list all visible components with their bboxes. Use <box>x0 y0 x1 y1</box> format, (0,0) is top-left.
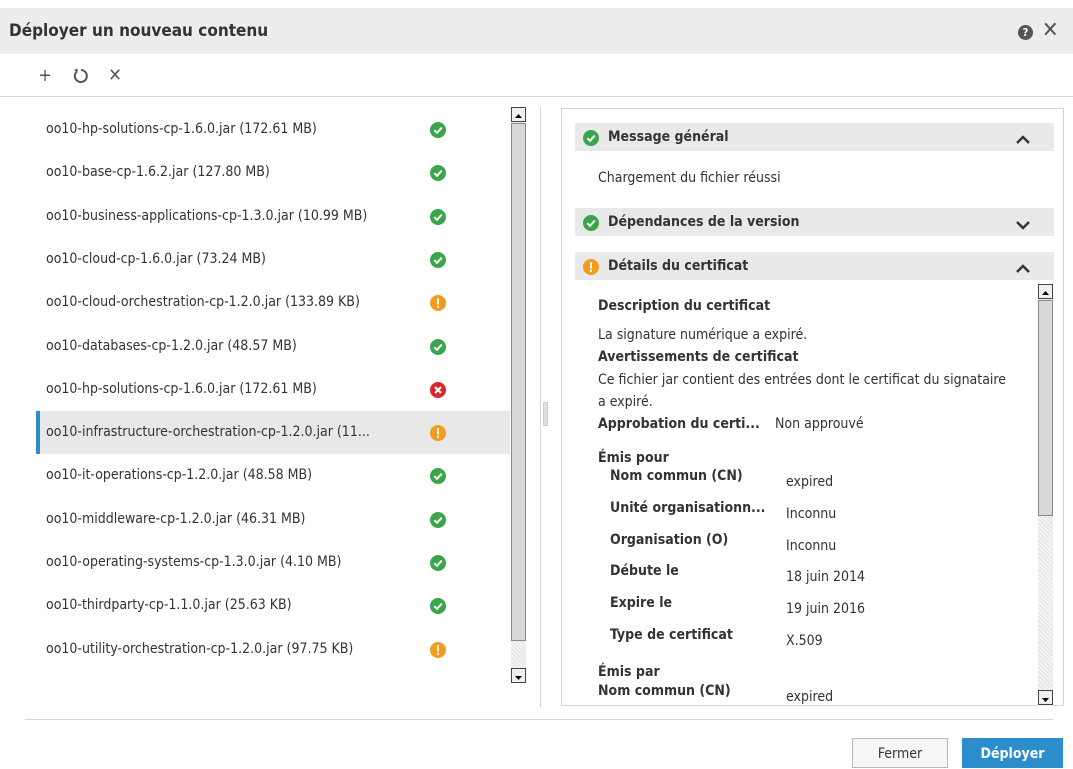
file-name: oo10-operating-systems-cp-1.3.0.jar (4.1… <box>46 554 342 570</box>
file-name: oo10-utility-orchestration-cp-1.2.0.jar … <box>46 640 354 657</box>
certificate-warnings-text: Ce fichier jar contient des entrées dont… <box>598 372 1007 388</box>
success-icon <box>430 251 446 268</box>
file-name: oo10-middleware-cp-1.2.0.jar (46.31 MB) <box>46 510 306 527</box>
file-name: oo10-cloud-cp-1.6.0.jar (73.24 MB) <box>46 250 266 267</box>
success-icon <box>430 208 446 225</box>
certificate-approval-label: Approbation du certi... <box>598 416 760 432</box>
scroll-down-button[interactable] <box>511 668 526 683</box>
chevron-up-icon[interactable] <box>1015 131 1031 150</box>
add-icon[interactable]: + <box>34 64 56 88</box>
section-certificate-header[interactable]: Détails du certificat <box>575 252 1054 280</box>
cert-field-label: Organisation (O) <box>610 531 729 548</box>
splitter-line <box>540 107 541 707</box>
file-row[interactable]: oo10-operating-systems-cp-1.3.0.jar (4.1… <box>36 541 510 584</box>
cert-field-value: Inconnu <box>786 537 837 554</box>
warning-icon <box>430 425 446 442</box>
section-general-title: Message général <box>608 129 729 145</box>
help-icon[interactable]: ? <box>1018 25 1033 40</box>
scroll-up-button[interactable] <box>1038 284 1053 299</box>
section-dependencies-title: Dépendances de la version <box>608 214 800 230</box>
refresh-icon[interactable] <box>70 64 92 88</box>
section-certificate-title: Détails du certificat <box>608 258 749 274</box>
file-row[interactable]: oo10-it-operations-cp-1.2.0.jar (48.58 M… <box>36 454 510 497</box>
file-name: oo10-cloud-orchestration-cp-1.2.0.jar (1… <box>46 294 360 311</box>
deploy-button[interactable]: Déployer <box>962 738 1063 768</box>
certificate-description-text: La signature numérique a expiré. <box>598 327 808 343</box>
file-row[interactable]: oo10-base-cp-1.6.2.jar (127.80 MB) <box>36 151 510 194</box>
warning-icon <box>430 295 446 312</box>
success-icon <box>430 122 446 138</box>
issued-by-label: Émis par <box>598 664 660 680</box>
success-icon <box>430 511 446 528</box>
success-icon <box>583 130 599 146</box>
scroll-down-button[interactable] <box>1038 690 1053 705</box>
scroll-up-button[interactable] <box>511 107 526 122</box>
success-icon <box>430 468 446 485</box>
file-row[interactable]: oo10-databases-cp-1.2.0.jar (48.57 MB) <box>36 325 510 368</box>
dialog-title: Déployer un nouveau contenu <box>9 21 269 41</box>
file-row[interactable]: oo10-cloud-orchestration-cp-1.2.0.jar (1… <box>36 281 510 324</box>
dialog-header: Déployer un nouveau contenu ? ✕ <box>0 8 1073 54</box>
certificate-warnings-text-cont: a expiré. <box>598 394 653 410</box>
success-icon <box>430 555 446 571</box>
certificate-description-label: Description du certificat <box>598 298 771 314</box>
warning-icon <box>430 641 446 658</box>
cert-field-label: Débute le <box>610 563 679 580</box>
success-icon <box>430 165 446 182</box>
cert-field-value: 18 juin 2014 <box>786 569 866 586</box>
file-name: oo10-infrastructure-orchestration-cp-1.2… <box>46 424 370 441</box>
footer-divider <box>25 719 1053 720</box>
file-row[interactable]: oo10-cloud-cp-1.6.0.jar (73.24 MB) <box>36 238 510 281</box>
remove-icon[interactable]: ✕ <box>104 64 126 88</box>
chevron-down-icon[interactable] <box>1015 216 1031 235</box>
cert-field-label: Nom commun (CN) <box>598 683 731 699</box>
file-name: oo10-base-cp-1.6.2.jar (127.80 MB) <box>46 164 270 181</box>
file-list: oo10-hp-solutions-cp-1.6.0.jar (172.61 M… <box>36 108 510 686</box>
file-name: oo10-thirdparty-cp-1.1.0.jar (25.63 KB) <box>46 597 292 614</box>
cert-field-value: expired <box>786 474 834 490</box>
file-row[interactable]: oo10-business-applications-cp-1.3.0.jar … <box>36 195 510 238</box>
cert-field-value: expired <box>786 689 834 705</box>
file-row[interactable]: oo10-middleware-cp-1.2.0.jar (46.31 MB) <box>36 498 510 541</box>
close-button[interactable]: Fermer <box>852 738 948 768</box>
file-name: oo10-hp-solutions-cp-1.6.0.jar (172.61 M… <box>46 380 317 397</box>
file-row[interactable]: oo10-thirdparty-cp-1.1.0.jar (25.63 KB) <box>36 584 510 627</box>
error-icon <box>430 381 446 398</box>
cert-field-label: Expire le <box>610 595 673 612</box>
success-icon <box>583 215 599 231</box>
cert-field-label: Type de certificat <box>610 627 733 643</box>
file-name: oo10-it-operations-cp-1.2.0.jar (48.58 M… <box>46 467 313 484</box>
certificate-approval-value: Non approuvé <box>775 416 864 432</box>
selection-indicator <box>36 411 40 455</box>
success-icon <box>430 598 446 615</box>
warning-icon <box>583 259 599 275</box>
section-dependencies-header[interactable]: Dépendances de la version <box>575 208 1054 236</box>
certificate-warnings-label: Avertissements de certificat <box>598 349 799 365</box>
cert-field-label: Unité organisationn... <box>610 499 766 516</box>
issued-to-label: Émis pour <box>598 450 669 466</box>
toolbar-divider <box>0 96 1073 97</box>
cert-field-value: X.509 <box>786 633 823 649</box>
scroll-thumb[interactable] <box>511 123 526 641</box>
section-general-header[interactable]: Message général <box>575 123 1054 151</box>
success-icon <box>430 338 446 355</box>
general-message: Chargement du fichier réussi <box>598 170 781 186</box>
cert-field-value: Inconnu <box>786 505 837 522</box>
splitter-handle[interactable] <box>543 402 548 426</box>
cert-field-label: Nom commun (CN) <box>610 468 743 484</box>
close-icon[interactable]: ✕ <box>1042 19 1059 43</box>
file-row[interactable]: oo10-hp-solutions-cp-1.6.0.jar (172.61 M… <box>36 368 510 411</box>
chevron-up-icon[interactable] <box>1015 260 1031 279</box>
file-name: oo10-hp-solutions-cp-1.6.0.jar (172.61 M… <box>46 121 317 137</box>
file-row[interactable]: oo10-infrastructure-orchestration-cp-1.2… <box>36 411 510 455</box>
file-name: oo10-databases-cp-1.2.0.jar (48.57 MB) <box>46 337 297 354</box>
scroll-thumb[interactable] <box>1038 300 1053 516</box>
file-row[interactable]: oo10-hp-solutions-cp-1.6.0.jar (172.61 M… <box>36 108 510 151</box>
file-name: oo10-business-applications-cp-1.3.0.jar … <box>46 207 368 224</box>
cert-field-value: 19 juin 2016 <box>786 601 866 618</box>
file-row[interactable]: oo10-utility-orchestration-cp-1.2.0.jar … <box>36 628 510 671</box>
